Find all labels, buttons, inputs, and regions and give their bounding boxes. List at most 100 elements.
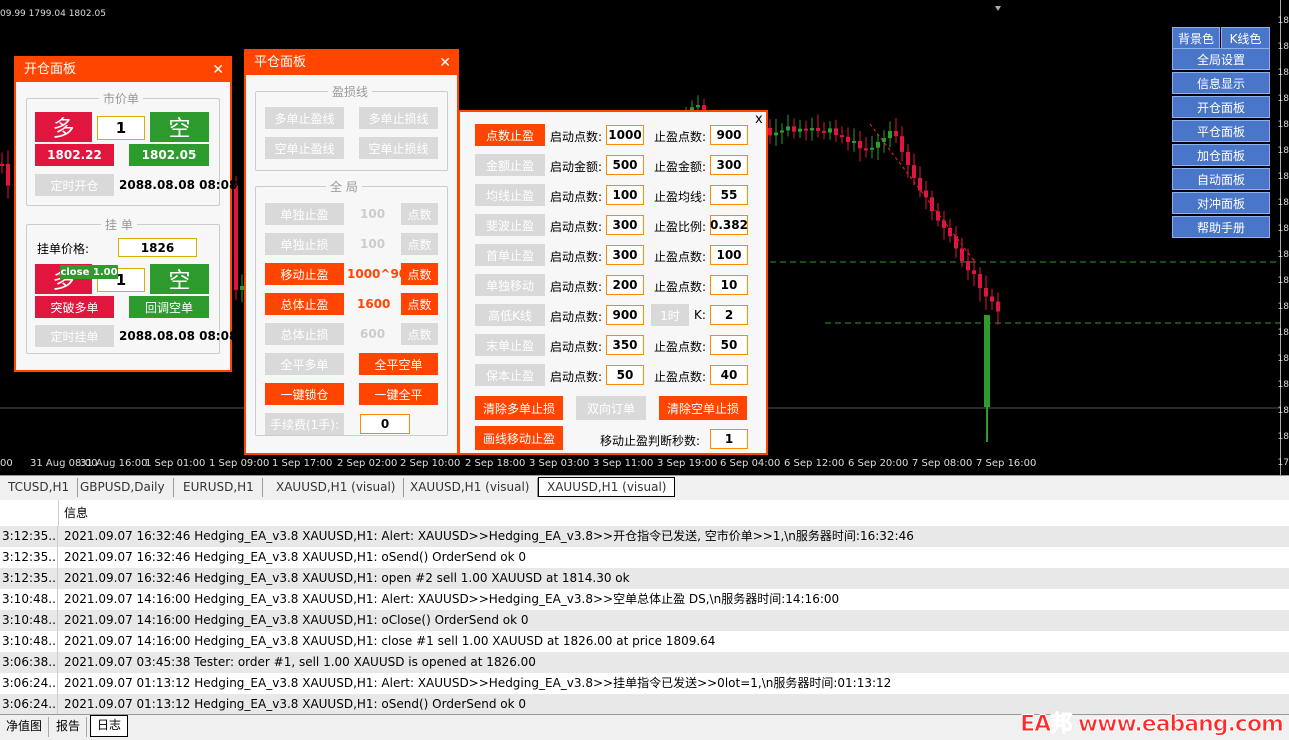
close-all-sell-button[interactable]: 全平空单 [359, 353, 438, 375]
settings-start-input[interactable]: 900 [606, 305, 644, 325]
lot-input[interactable]: 1 [97, 116, 145, 140]
right-menu-item[interactable]: 信息显示 [1172, 72, 1270, 94]
settings-start-input[interactable]: 200 [606, 275, 644, 295]
log-row[interactable]: 3:06:38.... 2021.09.07 03:45:38 Tester: o… [0, 652, 1289, 673]
terminal-tab[interactable]: 报告 [50, 717, 88, 737]
two-way-order-button[interactable]: 双向订单 [576, 396, 646, 420]
log-row[interactable]: 3:10:48.... 2021.09.07 14:16:00 Hedging_E… [0, 589, 1289, 610]
close-icon[interactable]: ✕ [439, 51, 451, 75]
settings-start-input[interactable]: 100 [606, 185, 644, 205]
buy-market-button[interactable]: 多 [35, 112, 92, 142]
close-icon[interactable]: x [755, 112, 763, 127]
chart-tab[interactable]: EURUSD,H1 [175, 478, 263, 497]
pullback-sell-button[interactable]: 回调空单 [129, 296, 209, 318]
settings-mode-button[interactable]: 斐波止盈 [475, 214, 545, 236]
settings-mode-button[interactable]: 高低K线 [475, 304, 545, 326]
timed-pending-button[interactable]: 定时挂单 [35, 325, 114, 347]
time-axis-label: 3 Sep 11:00 [593, 458, 654, 469]
settings-mode-button[interactable]: 首单止盈 [475, 244, 545, 266]
terminal-tab[interactable]: 日志 [90, 715, 129, 737]
breakout-buy-button[interactable]: 突破多单 [35, 296, 114, 318]
chart-tab[interactable]: XAUUSD,H1 (visual) [538, 477, 676, 497]
single-sl-unit[interactable]: 点数 [401, 233, 438, 255]
open-panel-titlebar[interactable]: 开仓面板 ✕ [16, 58, 230, 82]
settings-mode-button[interactable]: 末单止盈 [475, 334, 545, 356]
settings-tp-input[interactable]: 50 [710, 335, 748, 355]
settings-mode-button[interactable]: 均线止盈 [475, 184, 545, 206]
settings-mode-button[interactable]: 点数止盈 [475, 124, 545, 146]
clear-buy-sl-button[interactable]: 清除多单止损 [475, 396, 563, 420]
log-row[interactable]: 3:12:35.... 2021.09.07 16:32:46 Hedging_E… [0, 547, 1289, 568]
candle-color-button[interactable]: K线色 [1221, 27, 1270, 49]
single-sl-value[interactable]: 100 [360, 237, 385, 251]
total-sl-button[interactable]: 总体止损 [265, 323, 344, 345]
settings-tp-input[interactable]: 40 [710, 365, 748, 385]
total-sl-value[interactable]: 600 [360, 327, 385, 341]
total-tp-value[interactable]: 1600 [357, 297, 390, 311]
right-menu-item[interactable]: 自动面板 [1172, 168, 1270, 190]
sell-sl-line-button[interactable]: 空单止损线 [359, 137, 438, 159]
chart-tab[interactable]: XAUUSD,H1 (visual) [402, 478, 539, 497]
chart-tab[interactable]: TCUSD,H1 [0, 478, 79, 497]
settings-tp-input[interactable]: 55 [710, 185, 748, 205]
log-row[interactable]: 3:12:35.... 2021.09.07 16:32:46 Hedging_E… [0, 568, 1289, 589]
timeframe-button[interactable]: 1时 [651, 304, 689, 326]
total-sl-unit[interactable]: 点数 [401, 323, 438, 345]
settings-start-input[interactable]: 50 [606, 365, 644, 385]
right-menu-item[interactable]: 全局设置 [1172, 48, 1270, 70]
buy-sl-line-button[interactable]: 多单止损线 [359, 107, 438, 129]
single-tp-value[interactable]: 100 [360, 207, 385, 221]
single-sl-button[interactable]: 单独止损 [265, 233, 344, 255]
fee-input[interactable]: 0 [360, 414, 410, 434]
settings-tp-input[interactable]: 300 [710, 155, 748, 175]
settings-tp-input[interactable]: 10 [710, 275, 748, 295]
timed-pending-time[interactable]: 2088.08.08 08:08 [119, 329, 237, 343]
buy-tp-line-button[interactable]: 多单止盈线 [265, 107, 344, 129]
settings-mode-button[interactable]: 金额止盈 [475, 154, 545, 176]
chart-tab[interactable]: GBPUSD,Daily [72, 478, 174, 497]
line-trailing-tp-button[interactable]: 画线移动止盈 [475, 426, 563, 450]
close-icon[interactable]: ✕ [212, 58, 224, 82]
right-menu-item[interactable]: 加仓面板 [1172, 144, 1270, 166]
log-row[interactable]: 3:10:48.... 2021.09.07 14:16:00 Hedging_E… [0, 631, 1289, 652]
timed-open-time[interactable]: 2088.08.08 08:08 [119, 178, 237, 192]
settings-start-input[interactable]: 300 [606, 215, 644, 235]
clear-sell-sl-button[interactable]: 清除空单止损 [659, 396, 747, 420]
log-row[interactable]: 3:10:48.... 2021.09.07 14:16:00 Hedging_E… [0, 610, 1289, 631]
timed-open-button[interactable]: 定时开仓 [35, 174, 114, 196]
background-color-button[interactable]: 背景色 [1172, 27, 1220, 49]
sell-tp-line-button[interactable]: 空单止盈线 [265, 137, 344, 159]
settings-start-input[interactable]: 500 [606, 155, 644, 175]
right-menu-item[interactable]: 开仓面板 [1172, 96, 1270, 118]
right-menu-item[interactable]: 平仓面板 [1172, 120, 1270, 142]
right-menu-item[interactable]: 对冲面板 [1172, 192, 1270, 214]
lock-button[interactable]: 一键锁仓 [265, 383, 344, 405]
chart-tab[interactable]: XAUUSD,H1 (visual) [268, 478, 405, 497]
log-row[interactable]: 3:12:35.... 2021.09.07 16:32:46 Hedging_E… [0, 526, 1289, 547]
settings-tp-input[interactable]: 100 [710, 245, 748, 265]
close-panel-titlebar[interactable]: 平仓面板 ✕ [246, 51, 457, 75]
single-tp-button[interactable]: 单独止盈 [265, 203, 344, 225]
total-tp-unit[interactable]: 点数 [401, 293, 438, 315]
settings-start-input[interactable]: 300 [606, 245, 644, 265]
terminal-tab[interactable]: 净值图 [0, 717, 50, 737]
settings-tp-input[interactable]: 900 [710, 125, 748, 145]
single-tp-unit[interactable]: 点数 [401, 203, 438, 225]
log-row[interactable]: 3:06:24.... 2021.09.07 01:13:12 Hedging_E… [0, 673, 1289, 694]
settings-mode-button[interactable]: 保本止盈 [475, 364, 545, 386]
settings-tp-input[interactable]: 0.382 [710, 215, 748, 235]
close-all-button[interactable]: 一键全平 [359, 383, 438, 405]
trailing-tp-button[interactable]: 移动止盈 [265, 263, 344, 285]
trailing-tp-unit[interactable]: 点数 [401, 263, 438, 285]
sell-market-button[interactable]: 空 [150, 112, 209, 142]
settings-mode-button[interactable]: 单独移动 [475, 274, 545, 296]
pending-price-input[interactable]: 1826 [118, 238, 197, 257]
trailing-seconds-input[interactable]: 1 [710, 429, 748, 449]
total-tp-button[interactable]: 总体止盈 [265, 293, 344, 315]
sell-pending-button[interactable]: 空 [150, 264, 209, 294]
settings-start-input[interactable]: 350 [606, 335, 644, 355]
close-all-buy-button[interactable]: 全平多单 [265, 353, 344, 375]
settings-tp-input[interactable]: 2 [710, 305, 748, 325]
right-menu-item[interactable]: 帮助手册 [1172, 216, 1270, 238]
settings-start-input[interactable]: 1000 [606, 125, 644, 145]
